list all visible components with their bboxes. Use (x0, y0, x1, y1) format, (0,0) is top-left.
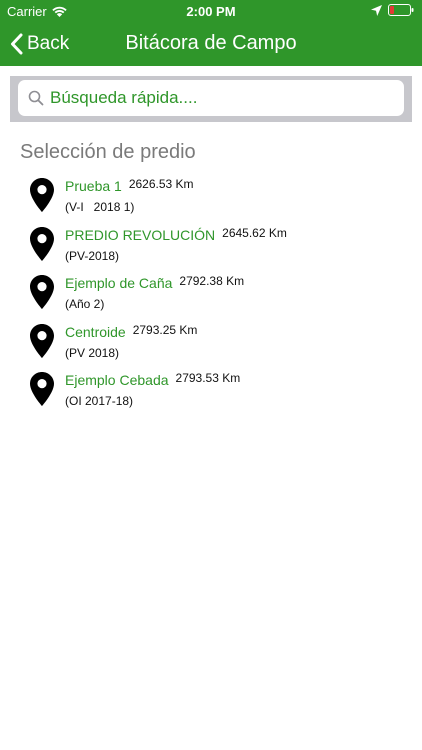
predio-item[interactable]: Ejemplo Cebada 2793.53 Km (OI 2017-18) (28, 366, 418, 415)
map-pin-icon (30, 178, 54, 212)
predio-cycle: (PV 2018) (65, 345, 120, 360)
status-time: 2:00 PM (186, 4, 236, 19)
predio-distance: 2792.38 Km (179, 274, 245, 288)
predio-distance: 2793.25 Km (132, 322, 198, 337)
search-input[interactable] (50, 88, 390, 108)
predio-name-text: Ejemplo Cebada (65, 372, 169, 388)
map-pin-icon (30, 323, 54, 358)
search-field[interactable] (18, 80, 404, 116)
predio-cycle: (PV-2018) (65, 248, 120, 263)
predio-cycle: (OI 2017-18) (65, 394, 134, 408)
search-bar (10, 76, 412, 122)
navigation-bar: Back Bitácora de Campo (0, 22, 422, 66)
page-title: Bitácora de Campo (125, 32, 297, 54)
predio-distance: 2793.53 Km (175, 371, 241, 385)
predio-item[interactable]: PREDIO REVOLUCIÓN 2645.62 Km (PV-2018) (28, 221, 418, 270)
search-icon (28, 90, 44, 106)
status-right-group (371, 4, 414, 16)
predio-name: Prueba 1 2626.53 Km (65, 177, 194, 194)
location-arrow-icon (371, 4, 382, 16)
predio-name-text: PREDIO REVOLUCIÓN (65, 226, 216, 243)
predio-distance: 2626.53 Km (128, 177, 194, 191)
top-bar: Carrier 2:00 PM Back Bitácora de Campo (0, 0, 422, 66)
status-bar: Carrier 2:00 PM (0, 0, 422, 22)
predio-name-text: Ejemplo de Caña (65, 275, 173, 291)
predio-distance: 2645.62 Km (222, 225, 287, 240)
section-title: Selección de predio (20, 141, 196, 163)
predio-name-text: Prueba 1 (65, 178, 122, 194)
predio-name-text: Centroide (65, 323, 126, 340)
battery-icon (388, 4, 414, 16)
map-pin-icon (30, 372, 54, 406)
predio-item[interactable]: Ejemplo de Caña 2792.38 Km (Año 2) (28, 269, 418, 318)
map-pin-icon (30, 275, 54, 309)
predio-cycle: (Año 2) (65, 297, 105, 311)
predio-list: Prueba 1 2626.53 Km (V-I 2018 1) PREDIO R… (28, 172, 418, 415)
predio-item[interactable]: Centroide 2793.25 Km (PV 2018) (28, 318, 418, 367)
predio-name: Centroide 2793.25 Km (65, 323, 197, 340)
predio-item[interactable]: Prueba 1 2626.53 Km (V-I 2018 1) (28, 172, 418, 221)
predio-name: Ejemplo Cebada 2793.53 Km (65, 371, 240, 388)
map-pin-icon (30, 226, 54, 261)
predio-name: Ejemplo de Caña 2792.38 Km (65, 274, 244, 291)
predio-name: PREDIO REVOLUCIÓN 2645.62 Km (65, 226, 287, 243)
predio-cycle: (V-I 2018 1) (65, 200, 135, 214)
